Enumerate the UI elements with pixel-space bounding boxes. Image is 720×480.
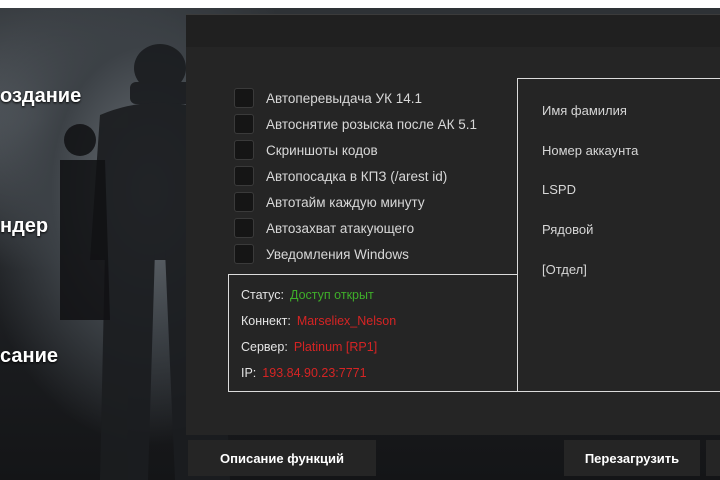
ip-value: 193.84.90.23:7771 xyxy=(262,366,367,380)
checkbox-row-auto-arrest[interactable]: Автопосадка в КПЗ (/arest id) xyxy=(234,165,447,187)
status-value: Доступ открыт xyxy=(290,288,374,302)
connect-key: Коннект: xyxy=(241,314,291,328)
checkbox[interactable] xyxy=(234,140,254,160)
server-row: Сервер: Platinum [RP1] xyxy=(241,340,377,354)
connect-row: Коннект: Marseliex_Nelson xyxy=(241,314,396,328)
profile-info-box: Имя фамилия Номер аккаунта LSPD Рядовой … xyxy=(517,78,720,392)
checkbox[interactable] xyxy=(234,244,254,264)
profile-name: Имя фамилия xyxy=(542,103,627,118)
reload-button[interactable]: Перезагрузить xyxy=(564,440,700,476)
checkbox-row-windows-notifications[interactable]: Уведомления Windows xyxy=(234,243,409,265)
profile-account-number: Номер аккаунта xyxy=(542,143,639,158)
checkbox-row-auto-capture[interactable]: Автозахват атакующего xyxy=(234,217,414,239)
checkbox-row-auto-reissue[interactable]: Автоперевыдача УК 14.1 xyxy=(234,87,422,109)
top-edge xyxy=(0,0,720,8)
server-value: Platinum [RP1] xyxy=(293,340,378,354)
profile-rank: Рядовой xyxy=(542,222,594,237)
main-panel: Автоперевыдача УК 14.1 Автоснятие розыск… xyxy=(186,14,720,435)
checkbox-row-auto-unwanted[interactable]: Автоснятие розыска после АК 5.1 xyxy=(234,113,477,135)
checkbox[interactable] xyxy=(234,88,254,108)
status-row: Статус: Доступ открыт xyxy=(241,288,374,302)
status-box: Статус: Доступ открыт Коннект: Marseliex_N… xyxy=(228,274,520,392)
checkbox-row-screenshots[interactable]: Скриншоты кодов xyxy=(234,139,378,161)
checkbox-row-auto-time[interactable]: Автотайм каждую минуту xyxy=(234,191,425,213)
checkbox[interactable] xyxy=(234,192,254,212)
checkbox-label: Автозахват атакующего xyxy=(266,220,415,236)
ip-row: IP: 193.84.90.23:7771 xyxy=(241,366,367,380)
checkbox[interactable] xyxy=(234,218,254,238)
status-key: Статус: xyxy=(241,288,284,302)
checkbox-label: Автоперевыдача УК 14.1 xyxy=(266,90,422,106)
side-menu-item-description[interactable]: сание xyxy=(0,345,58,368)
ip-key: IP: xyxy=(241,366,257,380)
side-menu-item-render[interactable]: ндер xyxy=(0,215,48,238)
functions-description-button[interactable]: Описание функций xyxy=(188,440,376,476)
connect-value: Marseliex_Nelson xyxy=(296,314,397,328)
checkbox-label: Автотайм каждую минуту xyxy=(266,194,425,210)
checkbox-label: Автопосадка в КПЗ (/arest id) xyxy=(266,168,448,184)
checkbox-label: Автоснятие розыска после АК 5.1 xyxy=(266,116,477,132)
side-menu-item-create[interactable]: оздание xyxy=(0,85,81,108)
profile-faction: LSPD xyxy=(542,182,576,197)
checkbox[interactable] xyxy=(234,114,254,134)
panel-header xyxy=(186,15,720,47)
checkbox-label: Скриншоты кодов xyxy=(266,142,378,158)
checkbox[interactable] xyxy=(234,166,254,186)
server-key: Сервер: xyxy=(241,340,288,354)
checkbox-label: Уведомления Windows xyxy=(266,246,409,262)
profile-department: [Отдел] xyxy=(542,262,587,277)
extra-button-partial[interactable] xyxy=(706,440,720,476)
